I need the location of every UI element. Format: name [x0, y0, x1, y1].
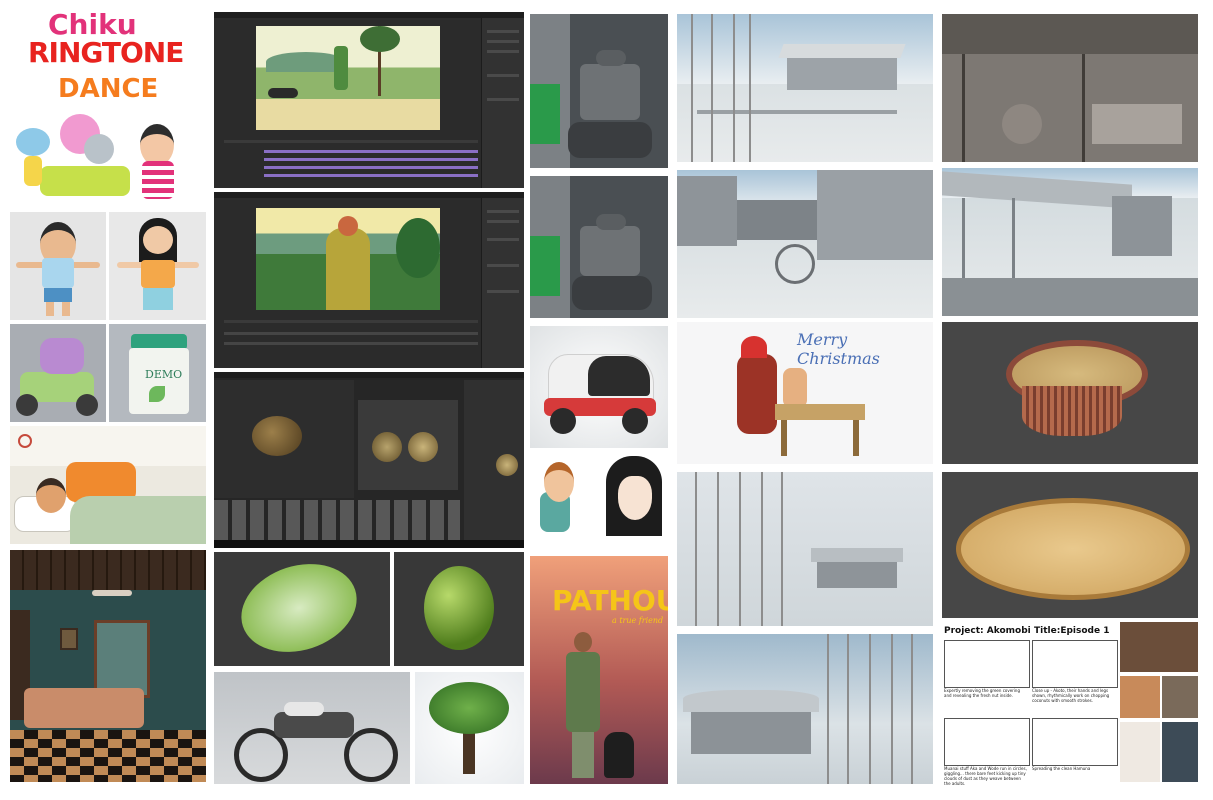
animate-editor-back-view[interactable] — [214, 192, 524, 368]
robot-render-1[interactable] — [530, 14, 668, 168]
puppy-character — [16, 128, 50, 156]
jar-label: DEMO — [145, 368, 183, 381]
motorcycle-render[interactable] — [214, 672, 410, 784]
storyboard-title: Title:Episode 1 — [1034, 626, 1110, 636]
merry-christmas-text: Merry Christmas — [797, 330, 880, 368]
girl-3d-model[interactable] — [109, 212, 206, 320]
sleeping-boy-illustration[interactable] — [10, 426, 206, 544]
sofa — [40, 166, 130, 196]
alarm-clock-icon — [18, 434, 32, 448]
comic-panel-1 — [1120, 622, 1198, 672]
dog-figure — [604, 732, 634, 778]
pathou-poster[interactable]: PATHOU a true friend — [530, 556, 668, 784]
storyboard-frame-1 — [944, 640, 1030, 688]
storyboard-caption-1: Expertly removing the green covering and… — [944, 688, 1021, 698]
boy-girl-illustration[interactable] — [530, 456, 668, 548]
village-render-trees[interactable] — [677, 472, 933, 626]
storyboard-frame-4 — [1032, 718, 1118, 766]
poster-subtitle: a true friend — [612, 616, 664, 625]
walnut-model — [252, 416, 302, 456]
comic-panel-3 — [1162, 676, 1198, 718]
green-fruit-render[interactable] — [394, 552, 524, 666]
boy-3d-model[interactable] — [10, 212, 106, 320]
cat-character — [84, 134, 114, 164]
stage-canvas — [256, 208, 440, 310]
storyboard-caption-2: Close up - Akoto, their hands and legs s… — [1032, 688, 1110, 703]
poster-title: PATHOU — [552, 584, 668, 617]
leaf-bowl-render[interactable] — [214, 552, 390, 666]
stage-canvas — [256, 26, 440, 130]
storyboard-frame-2 — [1032, 640, 1118, 688]
storyboard-sheet[interactable]: Project: Akomobi Title:Episode 1 Expertl… — [942, 622, 1198, 788]
robot-render-2[interactable] — [530, 176, 668, 318]
christmas-illustration[interactable]: Merry Christmas — [677, 322, 933, 464]
comic-panel-5 — [1162, 722, 1198, 782]
storyboard-caption-3: Muanai stuff Aka and Wode run in circles… — [944, 766, 1027, 786]
ceiling-fan-icon — [92, 590, 132, 596]
toy-van-render[interactable] — [530, 326, 668, 448]
village-render-shed[interactable] — [942, 168, 1198, 316]
storyboard-caption-4: Spreading the clean Hamuna — [1032, 766, 1091, 771]
animate-editor-farmer[interactable] — [214, 12, 524, 188]
girl-character — [140, 124, 174, 166]
comic-panel-4 — [1120, 722, 1160, 782]
village-render-cart[interactable] — [677, 170, 933, 318]
jar-product-model[interactable]: DEMO — [109, 324, 206, 422]
cart-wheel — [775, 244, 815, 284]
storyboard-frame-3 — [944, 718, 1030, 766]
village-render-1[interactable] — [677, 14, 933, 162]
storyboard-project: Project: Akomobi — [944, 626, 1031, 636]
toy-car-model[interactable] — [10, 324, 106, 422]
comic-panel-2 — [1120, 676, 1160, 718]
woven-basket-render[interactable] — [942, 322, 1198, 464]
substance-painter-nut[interactable] — [214, 372, 524, 548]
village-render-huts[interactable] — [677, 634, 933, 784]
chiku-ringtone-thumbnail[interactable]: Chiku RINGTONE DANCE — [10, 6, 206, 206]
ringtone-title: RINGTONE — [28, 36, 184, 69]
barn-interior-render[interactable] — [942, 14, 1198, 162]
winnowing-tray-render[interactable] — [942, 472, 1198, 618]
bedroom-interior-render[interactable] — [10, 550, 206, 782]
tree-render[interactable] — [415, 672, 524, 784]
dance-title: DANCE — [58, 74, 159, 104]
